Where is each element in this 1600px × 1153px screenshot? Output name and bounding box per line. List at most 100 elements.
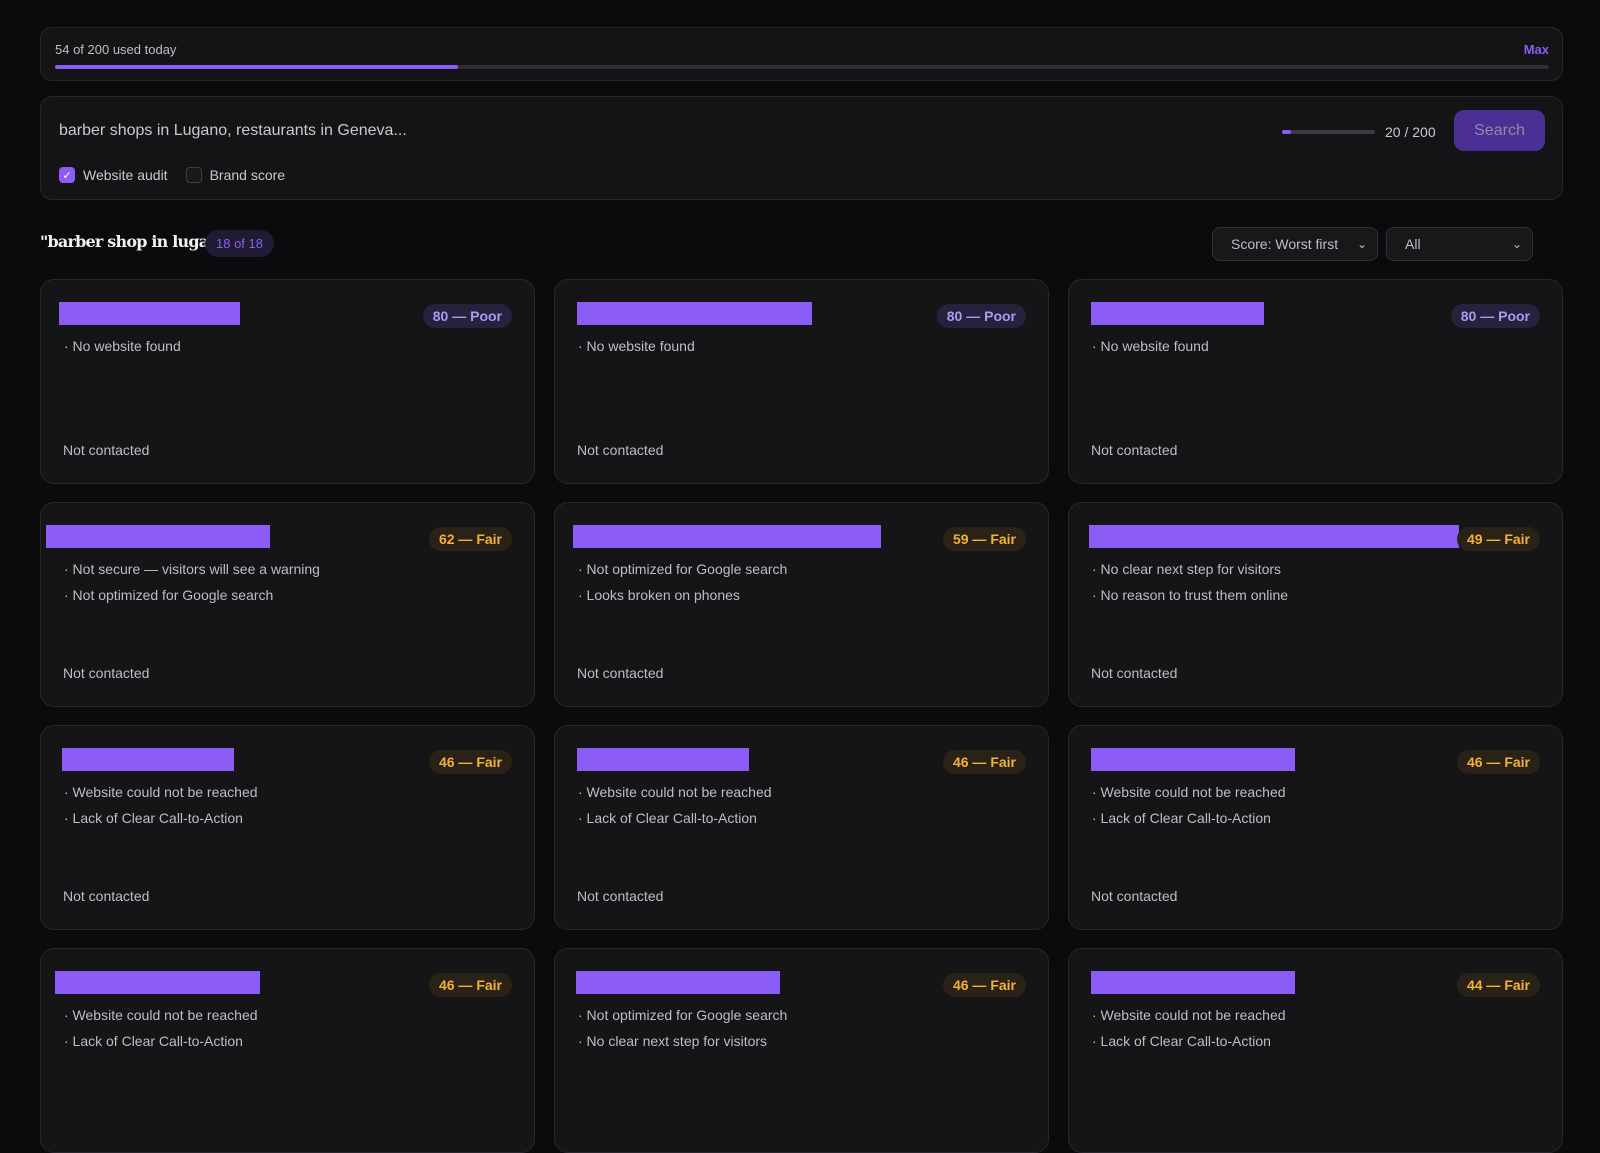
score-badge: 80 — Poor bbox=[936, 304, 1026, 328]
business-name-redacted bbox=[1091, 748, 1295, 771]
issue-list: · Website could not be reached · Lack of … bbox=[1092, 1006, 1286, 1058]
contact-status: Not contacted bbox=[63, 442, 150, 458]
issue-item: · Lack of Clear Call-to-Action bbox=[1092, 1033, 1271, 1049]
website-audit-label: Website audit bbox=[83, 167, 168, 183]
contact-status: Not contacted bbox=[577, 888, 664, 904]
result-count-value: 20 / 200 bbox=[1385, 124, 1436, 140]
result-card[interactable]: 62 — Fair · Not secure — visitors will se… bbox=[40, 502, 535, 707]
contact-status: Not contacted bbox=[63, 665, 150, 681]
issue-item: · No website found bbox=[1092, 338, 1209, 354]
result-card[interactable]: 80 — Poor · No website found Not contacted bbox=[554, 279, 1049, 484]
brand-score-checkbox[interactable] bbox=[185, 167, 202, 183]
search-input[interactable] bbox=[59, 122, 959, 140]
contact-status: Not contacted bbox=[1091, 888, 1178, 904]
usage-panel: 54 of 200 used today Max bbox=[40, 27, 1563, 81]
issue-item: · No website found bbox=[578, 338, 695, 354]
issue-item: · Lack of Clear Call-to-Action bbox=[64, 1033, 243, 1049]
issue-list: · No clear next step for visitors · No re… bbox=[1092, 560, 1288, 612]
slider-fill bbox=[1282, 130, 1292, 134]
website-audit-checkbox[interactable]: ✓ bbox=[59, 167, 75, 183]
issue-list: · Website could not be reached · Lack of … bbox=[64, 1006, 258, 1058]
result-card[interactable]: 46 — Fair · Not optimized for Google sear… bbox=[554, 948, 1049, 1153]
business-name-redacted bbox=[576, 971, 780, 994]
chevron-down-icon: ⌄ bbox=[1356, 237, 1367, 251]
score-badge: 62 — Fair bbox=[428, 527, 512, 551]
issue-item: · Not optimized for Google search bbox=[578, 1007, 788, 1023]
business-name-redacted bbox=[62, 748, 234, 771]
brand-score-label: Brand score bbox=[209, 167, 286, 183]
business-name-redacted bbox=[577, 302, 812, 325]
issue-item: · Lack of Clear Call-to-Action bbox=[64, 810, 243, 826]
issue-list: · Website could not be reached · Lack of … bbox=[64, 783, 258, 835]
chevron-down-icon: ⌄ bbox=[1511, 237, 1522, 251]
search-options: ✓ Website audit Brand score bbox=[59, 167, 303, 183]
search-panel: 20 / 200 Search ✓ Website audit Brand sc… bbox=[40, 96, 1563, 200]
result-card[interactable]: 80 — Poor · No website found Not contacted bbox=[1068, 279, 1563, 484]
result-card[interactable]: 46 — Fair · Website could not be reached ·… bbox=[554, 725, 1049, 930]
issue-item: · Not optimized for Google search bbox=[64, 587, 274, 603]
issue-item: · Website could not be reached bbox=[1092, 784, 1286, 800]
contact-status: Not contacted bbox=[1091, 442, 1178, 458]
score-badge: 44 — Fair bbox=[1456, 973, 1540, 997]
issue-item: · Website could not be reached bbox=[64, 1007, 258, 1023]
filter-select-value: All bbox=[1405, 236, 1421, 252]
issue-item: · Looks broken on phones bbox=[578, 587, 740, 603]
issue-list: · Website could not be reached · Lack of … bbox=[1092, 783, 1286, 835]
result-count-slider[interactable] bbox=[1282, 130, 1375, 134]
issue-item: · Lack of Clear Call-to-Action bbox=[1092, 810, 1271, 826]
score-badge: 59 — Fair bbox=[942, 527, 1026, 551]
business-name-redacted bbox=[46, 525, 270, 548]
result-card[interactable]: 49 — Fair · No clear next step for visito… bbox=[1068, 502, 1563, 707]
business-name-redacted bbox=[1089, 525, 1459, 548]
business-name-redacted bbox=[577, 748, 749, 771]
issue-item: · No reason to trust them online bbox=[1092, 587, 1289, 603]
filter-select[interactable]: All ⌄ bbox=[1386, 227, 1533, 261]
business-name-redacted bbox=[573, 525, 881, 548]
brand-score-option[interactable]: Brand score bbox=[185, 167, 286, 183]
contact-status: Not contacted bbox=[63, 888, 150, 904]
business-name-redacted bbox=[1091, 971, 1295, 994]
score-badge: 46 — Fair bbox=[942, 973, 1026, 997]
score-badge: 80 — Poor bbox=[422, 304, 512, 328]
issue-item: · Lack of Clear Call-to-Action bbox=[578, 810, 757, 826]
results-count-badge: 18 of 18 bbox=[205, 230, 274, 257]
sort-select-value: Score: Worst first bbox=[1231, 236, 1339, 252]
issue-list: · Not optimized for Google search · No cl… bbox=[578, 1006, 787, 1058]
issue-item: · No clear next step for visitors bbox=[1092, 561, 1282, 577]
usage-text: 54 of 200 used today bbox=[55, 42, 177, 57]
result-card[interactable]: 46 — Fair · Website could not be reached ·… bbox=[40, 948, 535, 1153]
score-badge: 46 — Fair bbox=[942, 750, 1026, 774]
issue-list: · Not secure — visitors will see a warni… bbox=[64, 560, 320, 612]
contact-status: Not contacted bbox=[1091, 665, 1178, 681]
issue-item: · Not secure — visitors will see a warni… bbox=[64, 561, 320, 577]
score-badge: 46 — Fair bbox=[428, 973, 512, 997]
issue-list: · No website found bbox=[1092, 337, 1209, 363]
contact-status: Not contacted bbox=[577, 442, 664, 458]
score-badge: 46 — Fair bbox=[1456, 750, 1540, 774]
usage-progress-fill bbox=[55, 65, 459, 69]
issue-item: · Website could not be reached bbox=[578, 784, 772, 800]
sort-select[interactable]: Score: Worst first ⌄ bbox=[1212, 227, 1378, 261]
result-card[interactable]: 44 — Fair · Website could not be reached ·… bbox=[1068, 948, 1563, 1153]
usage-progress bbox=[55, 65, 1549, 69]
issue-list: · No website found bbox=[578, 337, 695, 363]
issue-item: · Website could not be reached bbox=[64, 784, 258, 800]
business-name-redacted bbox=[1091, 302, 1264, 325]
result-card[interactable]: 59 — Fair · Not optimized for Google sear… bbox=[554, 502, 1049, 707]
issue-item: · No clear next step for visitors bbox=[578, 1033, 768, 1049]
issue-item: · Website could not be reached bbox=[1092, 1007, 1286, 1023]
result-card[interactable]: 46 — Fair · Website could not be reached ·… bbox=[1068, 725, 1563, 930]
business-name-redacted bbox=[59, 302, 240, 325]
max-link[interactable]: Max bbox=[1524, 42, 1549, 57]
search-button[interactable]: Search bbox=[1454, 110, 1545, 151]
issue-item: · Not optimized for Google search bbox=[578, 561, 788, 577]
result-card[interactable]: 80 — Poor · No website found Not contacted bbox=[40, 279, 535, 484]
issue-list: · Not optimized for Google search · Looks… bbox=[578, 560, 787, 612]
result-card[interactable]: 46 — Fair · Website could not be reached ·… bbox=[40, 725, 535, 930]
score-badge: 46 — Fair bbox=[428, 750, 512, 774]
score-badge: 49 — Fair bbox=[1456, 527, 1540, 551]
website-audit-option[interactable]: ✓ Website audit bbox=[59, 167, 168, 183]
issue-list: · No website found bbox=[64, 337, 181, 363]
business-name-redacted bbox=[55, 971, 260, 994]
contact-status: Not contacted bbox=[577, 665, 664, 681]
